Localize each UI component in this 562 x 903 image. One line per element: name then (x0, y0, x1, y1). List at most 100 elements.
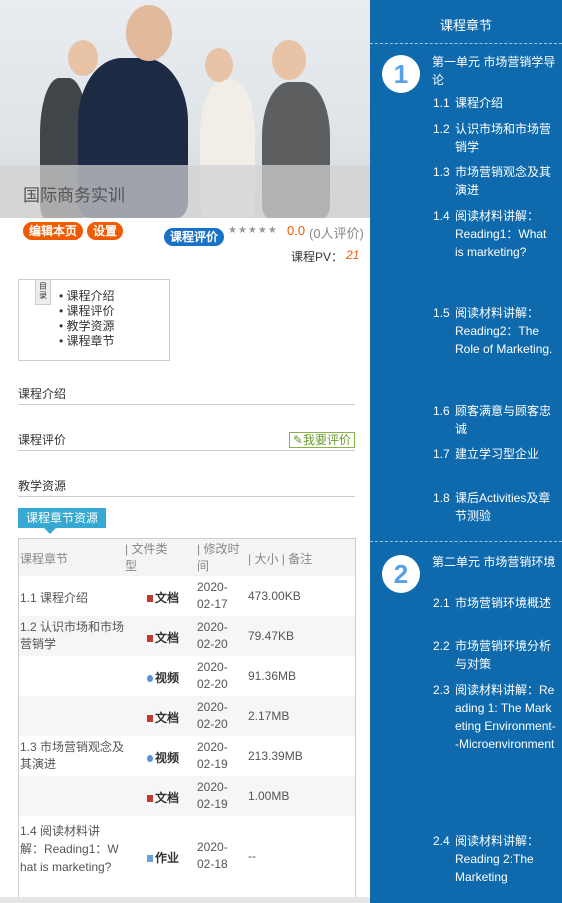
video-icon (147, 675, 153, 683)
header-type: | 文件类型 (125, 542, 168, 573)
pv-value: 21 (346, 248, 360, 262)
lesson-number: 1.2 (433, 122, 450, 136)
toc-item-intro[interactable]: 课程介绍 (59, 289, 115, 304)
toc-list: 课程介绍 课程评价 教学资源 课程章节 (59, 289, 115, 349)
lesson-link[interactable]: 1.1 课程介绍 (433, 94, 558, 112)
lesson-number: 2.3 (433, 683, 450, 697)
row-size: 2.17MB (248, 709, 290, 723)
row-date: 2020-02-18 (197, 840, 228, 871)
lesson-link[interactable]: 1.8 课后Activities及章节测验 (433, 489, 558, 525)
write-review-label: 我要评价 (302, 433, 351, 447)
file-type-label: 文档 (155, 791, 180, 805)
unit-number-badge: 2 (382, 555, 420, 593)
lesson-link[interactable]: 2.2 市场营销环境分析与对策 (433, 637, 558, 673)
tab-chapter-resources[interactable]: 课程章节资源 (18, 508, 107, 534)
lesson-number: 1.7 (433, 447, 450, 461)
resource-table: 课程章节 | 文件类型 | 修改时间 | 大小 | 备注 1.1 课程介绍 文档… (18, 538, 356, 903)
toc-item-review[interactable]: 课程评价 (59, 304, 115, 319)
course-title: 国际商务实训 (23, 186, 125, 205)
lesson-link[interactable]: 1.6 顾客满意与顾客忠诚 (433, 402, 558, 438)
table-row[interactable]: 1.2 认识市场和市场营销学 文档 2020-02-20 79.47KB (19, 616, 355, 656)
lesson-link[interactable]: 2.3 阅读材料讲解：Reading 1: The Marketing Envir… (433, 681, 558, 753)
file-type-label: 文档 (155, 711, 180, 725)
file-type: 视频 (147, 669, 179, 686)
header-modified: | 修改时间 (197, 542, 240, 573)
course-banner: 国际商务实训 (0, 0, 370, 218)
lesson-title: 阅读材料讲解：Reading 2:The Marketing (455, 834, 540, 884)
table-row[interactable]: 文档 2020-02-19 1.00MB (19, 776, 355, 816)
file-type-label: 视频 (155, 671, 180, 685)
header-size: | 大小 | 备注 (248, 552, 313, 566)
unit-divider (370, 541, 562, 542)
document-icon (147, 635, 153, 643)
file-type-label: 作业 (155, 851, 180, 865)
lesson-number: 1.8 (433, 491, 450, 505)
file-type: 文档 (147, 629, 179, 646)
header-chapter: 课程章节 (20, 552, 69, 566)
file-type: 视频 (147, 749, 179, 766)
pv-label: 课程PV： (291, 250, 344, 264)
row-chapter: 1.3 市场营销观念及其演进 (20, 740, 125, 771)
file-type: 作业 (147, 849, 179, 866)
file-type-label: 文档 (155, 631, 180, 645)
banner-person-head (126, 5, 172, 61)
toc-item-chapters[interactable]: 课程章节 (59, 334, 115, 349)
lesson-link[interactable]: 1.7 建立学习型企业 (433, 445, 558, 463)
write-review-button[interactable]: ✎我要评价 (288, 432, 355, 448)
lesson-link[interactable]: 2.1 市场营销环境概述 (433, 594, 558, 612)
toc-item-resources[interactable]: 教学资源 (59, 319, 115, 334)
settings-button[interactable]: 设置 (87, 222, 124, 240)
lesson-link[interactable]: 1.5 阅读材料讲解：Reading2：The Role of Marketing… (433, 304, 558, 358)
horizontal-scrollbar[interactable] (0, 897, 370, 903)
lesson-number: 1.5 (433, 306, 450, 320)
assignment-icon (147, 855, 153, 863)
edit-page-button[interactable]: 编辑本页 (23, 222, 84, 240)
table-row[interactable]: 视频 2020-02-20 91.36MB (19, 656, 355, 696)
pencil-icon: ✎ (292, 433, 303, 447)
file-type-label: 文档 (155, 591, 180, 605)
row-chapter: 1.2 认识市场和市场营销学 (20, 620, 125, 651)
lesson-title: 市场营销环境分析与对策 (455, 639, 552, 671)
section-intro-heading: 课程介绍 (18, 384, 355, 405)
rating-stars-icon: ★★★★★ (228, 225, 278, 236)
row-date: 2020-02-20 (197, 700, 228, 731)
sidebar-header: 课程章节 (370, 0, 562, 44)
lesson-title: 阅读材料讲解：Reading1：What is marketing? (455, 209, 547, 259)
course-review-button[interactable]: 课程评价 (164, 228, 225, 246)
lesson-title: 顾客满意与顾客忠诚 (455, 404, 552, 436)
lesson-link[interactable]: 1.4 阅读材料讲解：Reading1：What is marketing? (433, 207, 558, 261)
section-resources-heading: 教学资源 (18, 476, 355, 497)
unit-title[interactable]: 第一单元 市场营销学导论 (432, 53, 557, 89)
file-type: 文档 (147, 709, 179, 726)
file-type-label: 视频 (155, 751, 180, 765)
lesson-title: 建立学习型企业 (455, 447, 540, 461)
lesson-link[interactable]: 2.4 阅读材料讲解：Reading 2:The Marketing (433, 832, 558, 886)
toc-tag: 目录 (35, 279, 51, 305)
table-row[interactable]: 1.3 市场营销观念及其演进 视频 2020-02-19 213.39MB (19, 736, 355, 776)
document-icon (147, 795, 153, 803)
row-date: 2020-02-20 (197, 660, 228, 691)
banner-person-head (272, 40, 306, 80)
row-size: 91.36MB (248, 669, 297, 683)
row-date: 2020-02-19 (197, 780, 228, 811)
lesson-title: 市场营销观念及其演进 (455, 165, 552, 197)
table-row[interactable]: 1.4 阅读材料讲解：Reading1：What is marketing? 作… (19, 816, 355, 896)
row-chapter: 1.4 阅读材料讲解：Reading1：What is marketing? (20, 824, 119, 874)
table-row[interactable]: 1.1 课程介绍 文档 2020-02-17 473.00KB (19, 576, 355, 616)
file-type: 文档 (147, 589, 179, 606)
lesson-link[interactable]: 1.2 认识市场和市场营销学 (433, 120, 558, 156)
lesson-number: 2.1 (433, 596, 450, 610)
row-date: 2020-02-20 (197, 620, 228, 651)
lesson-title: 市场营销环境概述 (455, 596, 552, 610)
lesson-title: 阅读材料讲解：Reading 1: The Marketing Environm… (455, 683, 556, 751)
row-date: 2020-02-17 (197, 580, 228, 611)
lesson-link[interactable]: 1.3 市场营销观念及其演进 (433, 163, 558, 199)
video-icon (147, 755, 153, 763)
row-chapter: 1.1 课程介绍 (20, 591, 89, 605)
document-icon (147, 715, 153, 723)
unit-title[interactable]: 第二单元 市场营销环境 (432, 553, 557, 571)
section-review-label: 课程评价 (18, 433, 67, 447)
file-type: 文档 (147, 789, 179, 806)
section-resources-label: 教学资源 (18, 479, 67, 493)
table-row[interactable]: 文档 2020-02-20 2.17MB (19, 696, 355, 736)
